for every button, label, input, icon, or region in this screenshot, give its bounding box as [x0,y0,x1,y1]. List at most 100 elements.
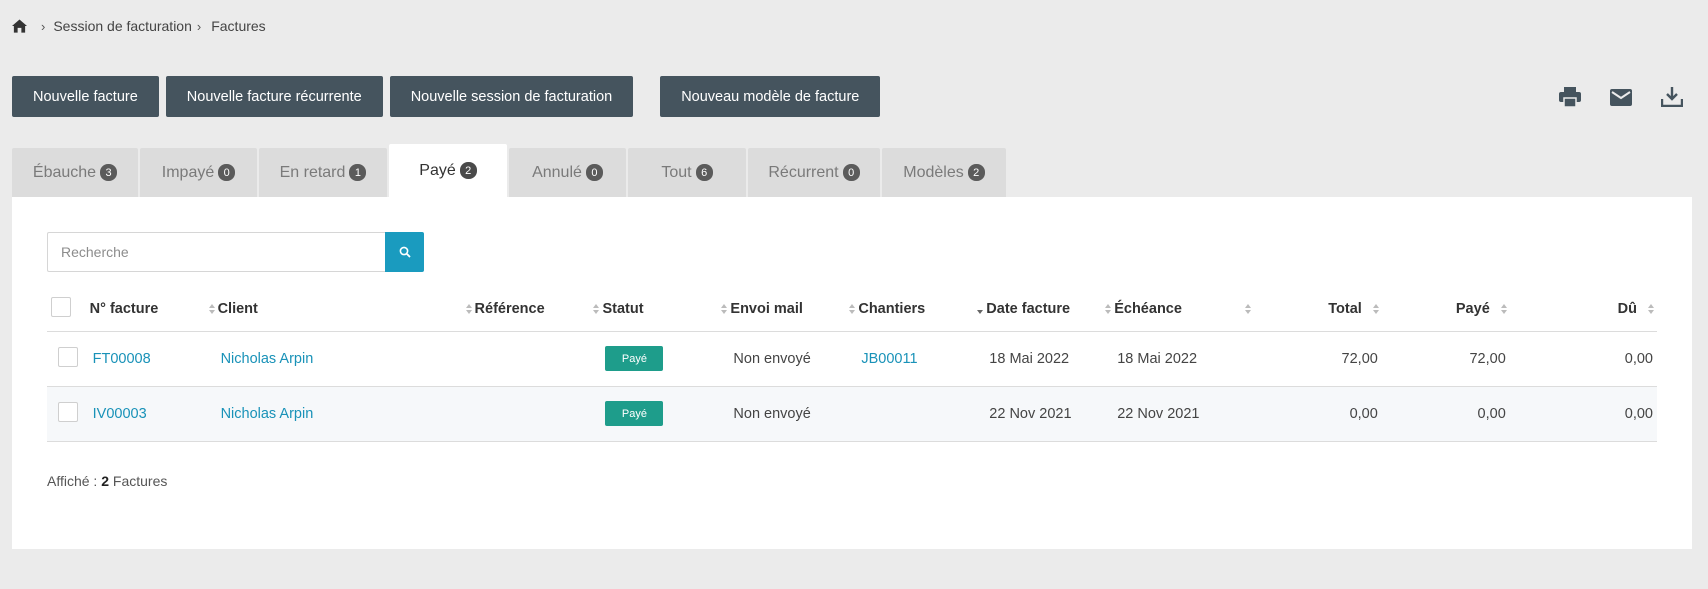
invoice-number-link[interactable]: FT00008 [93,351,151,367]
tab-overdue[interactable]: En retard 1 [259,148,387,197]
table-header-row: N° facture Client Référence Statut Envoi… [47,288,1657,332]
invoices-panel: N° facture Client Référence Statut Envoi… [12,197,1692,549]
sort-icon [849,304,856,314]
site-cell [858,386,987,442]
reference-cell [474,386,603,442]
row-checkbox[interactable] [58,346,78,367]
invoice-date-cell: 22 Nov 2021 [986,386,1115,442]
tab-label: En retard [279,163,346,181]
row-select-cell [47,331,90,387]
home-icon[interactable] [12,19,27,33]
mail-status-cell: Non envoyé [730,331,859,387]
tab-label: Impayé [161,163,215,181]
results-count-value: 2 [101,473,110,489]
search-bar [47,232,424,272]
invoice-number-link[interactable]: IV00003 [93,406,147,422]
mail-icon[interactable] [1609,86,1633,108]
sort-icon [208,304,215,314]
results-count: Affiché : 2 Factures [47,473,167,489]
search-input[interactable] [47,232,385,272]
client-cell: Nicholas Arpin [217,386,475,442]
sort-icon [1105,304,1112,314]
tab-draft[interactable]: Ébauche 3 [12,148,138,197]
sort-icon [1244,304,1251,314]
client-link[interactable]: Nicholas Arpin [221,351,314,367]
invoice-number-cell: IV00003 [89,386,218,442]
tab-cancelled[interactable]: Annulé 0 [509,148,626,197]
client-cell: Nicholas Arpin [217,331,475,387]
count-badge: 0 [218,164,236,181]
sort-icon [1372,304,1379,314]
breadcrumb-item-factures: Factures [211,18,266,34]
table-row[interactable]: FT00008 Nicholas Arpin Payé Non envoyé J… [47,331,1657,387]
chevron-right-icon: › [41,18,46,34]
search-button[interactable] [385,232,424,272]
tab-unpaid[interactable]: Impayé 0 [140,148,257,197]
mail-status-cell: Non envoyé [730,386,859,442]
column-header-reference[interactable]: Référence [474,288,603,332]
tab-label: Ébauche [32,163,97,181]
download-icon[interactable] [1660,86,1684,108]
column-header-due[interactable]: Dû [1509,288,1657,332]
site-link[interactable]: JB00011 [861,351,917,367]
status-tabs: Ébauche 3 Impayé 0 En retard 1 Payé 2 An… [12,144,1008,197]
reference-cell [474,331,603,387]
column-header-number[interactable]: N° facture [89,288,218,332]
sort-icon [721,304,728,314]
sort-icon [1500,304,1507,314]
chevron-right-icon: › [196,18,202,34]
tab-all[interactable]: Tout 6 [628,148,746,197]
column-header-client[interactable]: Client [217,288,475,332]
sort-icon [465,304,472,314]
total-cell: 72,00 [1253,331,1382,387]
status-cell: Payé [602,386,731,442]
sort-icon [593,304,600,314]
count-badge: 1 [349,164,367,181]
invoices-table: N° facture Client Référence Statut Envoi… [47,288,1657,442]
tab-label: Payé [419,161,456,179]
row-checkbox[interactable] [58,401,78,422]
count-badge: 3 [100,164,118,181]
new-recurring-invoice-button[interactable]: Nouvelle facture récurrente [165,76,383,117]
status-cell: Payé [602,331,731,387]
column-header-due-date[interactable]: Échéance [1114,288,1254,332]
paid-cell: 0,00 [1381,386,1510,442]
site-cell: JB00011 [858,331,987,387]
breadcrumb-item-session[interactable]: Session de facturation [53,18,192,34]
column-header-status[interactable]: Statut [602,288,731,332]
tab-templates[interactable]: Modèles 2 [882,148,1006,197]
tab-label: Récurrent [768,163,839,181]
tab-label: Tout [661,163,692,181]
column-header-sites[interactable]: Chantiers [858,288,987,332]
client-link[interactable]: Nicholas Arpin [221,406,314,422]
invoice-date-cell: 18 Mai 2022 [986,331,1115,387]
sort-desc-icon [977,310,984,314]
column-header-date[interactable]: Date facture [986,288,1115,332]
total-cell: 0,00 [1253,386,1382,442]
results-count-prefix: Affiché : [47,473,98,489]
row-select-cell [47,386,90,442]
table-row[interactable]: IV00003 Nicholas Arpin Payé Non envoyé 2… [47,386,1657,442]
tab-paid[interactable]: Payé 2 [389,144,507,197]
new-billing-session-button[interactable]: Nouvelle session de facturation [389,76,634,117]
due-date-cell: 22 Nov 2021 [1114,386,1254,442]
count-badge: 2 [967,164,985,181]
count-badge: 6 [695,164,713,181]
print-icon[interactable] [1558,86,1582,108]
sort-icon [1648,304,1654,314]
new-invoice-button[interactable]: Nouvelle facture [12,76,159,117]
column-header-paid[interactable]: Payé [1381,288,1510,332]
due-cell: 0,00 [1509,331,1657,387]
column-header-mail[interactable]: Envoi mail [730,288,859,332]
new-invoice-template-button[interactable]: Nouveau modèle de facture [660,76,881,117]
search-icon [399,246,411,258]
column-header-total[interactable]: Total [1253,288,1382,332]
select-all-checkbox[interactable] [51,297,71,318]
tab-recurring[interactable]: Récurrent 0 [748,148,880,197]
breadcrumb: › Session de facturation › Factures [12,17,266,35]
count-badge: 0 [842,164,860,181]
action-bar: Nouvelle facture Nouvelle facture récurr… [12,76,887,117]
due-date-cell: 18 Mai 2022 [1114,331,1254,387]
count-badge: 0 [585,164,603,181]
status-badge: Payé [605,401,664,426]
